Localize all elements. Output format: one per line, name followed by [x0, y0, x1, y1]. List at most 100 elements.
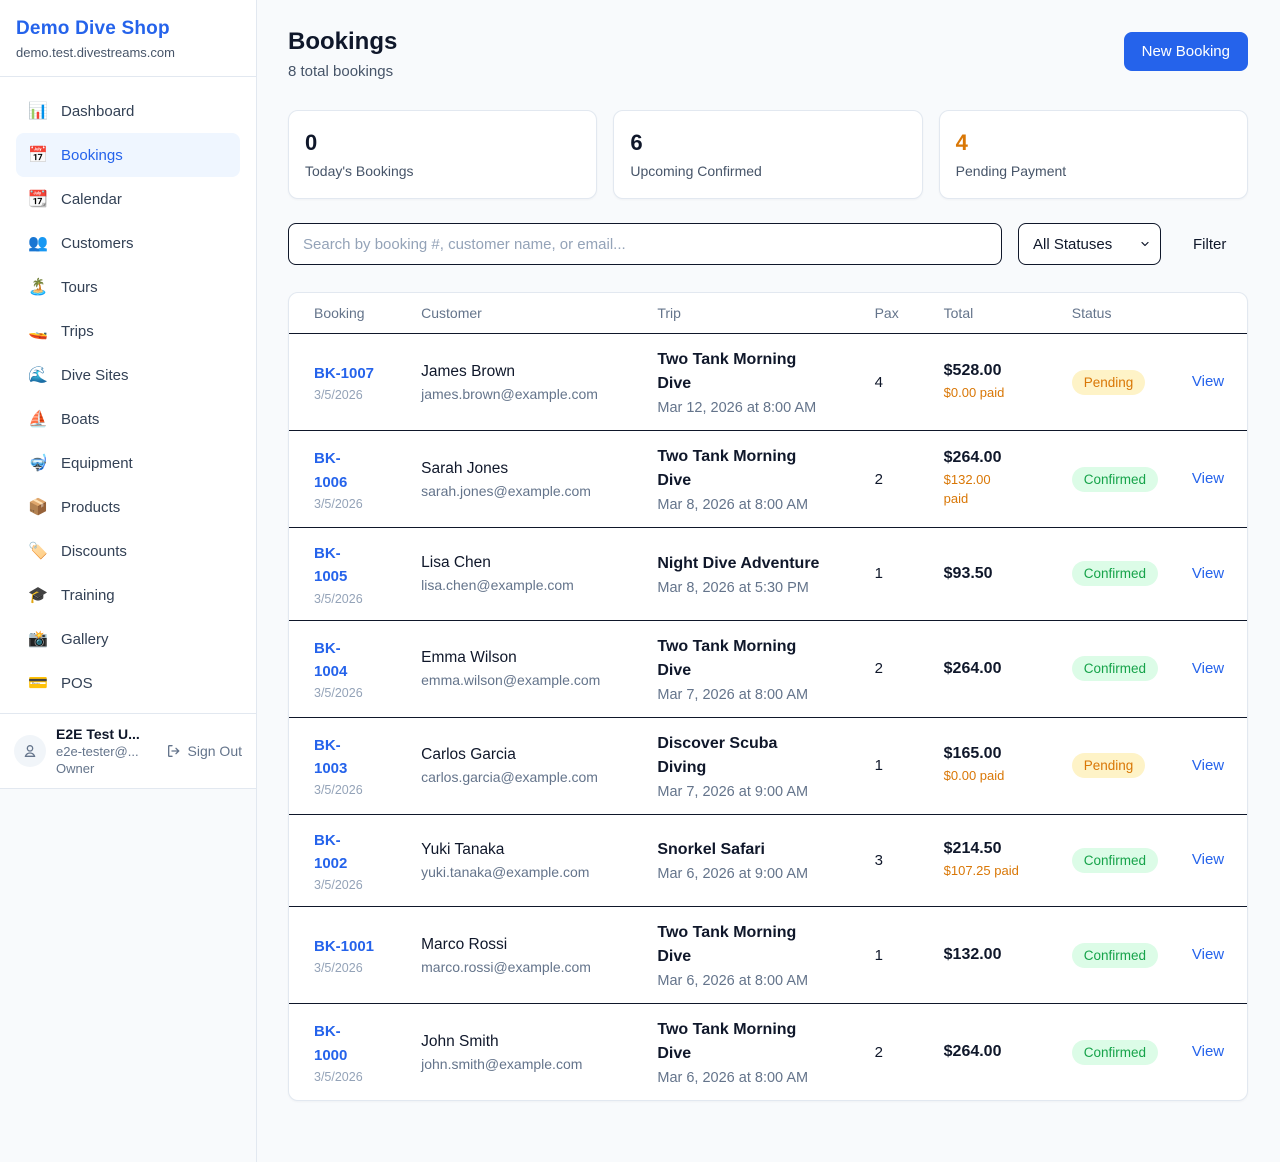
status-badge: Confirmed	[1072, 1040, 1158, 1065]
paid-amount: $0.00 paid	[944, 384, 1056, 403]
bookings-table-card: Booking Customer Trip Pax Total Status B…	[288, 292, 1248, 1101]
customer-email: carlos.garcia@example.com	[421, 769, 641, 785]
sidebar-item-tours[interactable]: 🏝️ Tours	[16, 265, 240, 309]
total-amount: $264.00	[944, 660, 1056, 678]
package-icon: 📦	[28, 497, 48, 517]
user-email: e2e-tester@...	[56, 744, 156, 759]
booking-id-link[interactable]: BK- 1000	[314, 1020, 405, 1067]
booking-id-link[interactable]: BK- 1003	[314, 734, 405, 781]
pax-count: 3	[867, 814, 936, 907]
filter-controls: All Statuses Filter	[288, 223, 1248, 265]
customer-name: Emma Wilson	[421, 649, 641, 667]
status-badge: Pending	[1072, 370, 1146, 395]
trip-datetime: Mar 6, 2026 at 9:00 AM	[657, 866, 858, 882]
user-info: E2E Test U... e2e-tester@... Owner	[56, 726, 156, 776]
trip-datetime: Mar 8, 2026 at 5:30 PM	[657, 580, 858, 596]
customer-email: john.smith@example.com	[421, 1056, 641, 1072]
view-link[interactable]: View	[1192, 851, 1224, 868]
column-header-total: Total	[936, 293, 1064, 334]
sidebar-item-dive-sites[interactable]: 🌊 Dive Sites	[16, 353, 240, 397]
pax-count: 2	[867, 1004, 936, 1101]
graduation-cap-icon: 🎓	[28, 585, 48, 605]
customer-name: Yuki Tanaka	[421, 841, 641, 859]
sidebar-item-gallery[interactable]: 📸 Gallery	[16, 617, 240, 661]
booking-id-link[interactable]: BK-1007	[314, 362, 405, 385]
customer-name: Carlos Garcia	[421, 746, 641, 764]
booking-id-link[interactable]: BK- 1002	[314, 829, 405, 876]
sidebar-item-training[interactable]: 🎓 Training	[16, 573, 240, 617]
shop-domain: demo.test.divestreams.com	[16, 45, 240, 60]
trip-datetime: Mar 12, 2026 at 8:00 AM	[657, 400, 858, 416]
total-amount: $528.00	[944, 362, 1056, 380]
status-badge: Pending	[1072, 753, 1146, 778]
sidebar-item-pos[interactable]: 💳 POS	[16, 661, 240, 705]
total-amount: $264.00	[944, 449, 1056, 467]
table-header: Booking Customer Trip Pax Total Status	[289, 293, 1247, 334]
filter-button[interactable]: Filter	[1177, 228, 1242, 261]
search-input[interactable]	[288, 223, 1002, 265]
trip-name: Discover Scuba Diving	[657, 732, 858, 780]
trip-name: Two Tank Morning Dive	[657, 921, 858, 969]
view-link[interactable]: View	[1192, 373, 1224, 390]
sidebar-item-customers[interactable]: 👥 Customers	[16, 221, 240, 265]
stat-card-pending-payment: 4 Pending Payment	[939, 110, 1248, 199]
sign-out-button[interactable]: Sign Out	[166, 743, 242, 759]
column-header-booking: Booking	[289, 293, 413, 334]
trip-datetime: Mar 8, 2026 at 8:00 AM	[657, 497, 858, 513]
sign-out-label: Sign Out	[188, 743, 242, 759]
speedboat-icon: 🚤	[28, 321, 48, 341]
bar-chart-icon: 📊	[28, 101, 48, 121]
trip-name: Night Dive Adventure	[657, 552, 858, 576]
trip-datetime: Mar 6, 2026 at 8:00 AM	[657, 1070, 858, 1086]
booking-date: 3/5/2026	[314, 388, 405, 402]
view-link[interactable]: View	[1192, 470, 1224, 487]
customer-name: John Smith	[421, 1033, 641, 1051]
sidebar-item-equipment[interactable]: 🤿 Equipment	[16, 441, 240, 485]
sidebar-item-products[interactable]: 📦 Products	[16, 485, 240, 529]
table-row: BK- 1000 3/5/2026 John Smith john.smith@…	[289, 1004, 1247, 1101]
column-header-actions	[1184, 293, 1247, 334]
status-filter-select[interactable]: All Statuses	[1018, 223, 1161, 265]
trip-name: Two Tank Morning Dive	[657, 348, 858, 396]
view-link[interactable]: View	[1192, 565, 1224, 582]
sidebar-item-dashboard[interactable]: 📊 Dashboard	[16, 89, 240, 133]
status-badge: Confirmed	[1072, 943, 1158, 968]
customer-name: Sarah Jones	[421, 460, 641, 478]
shop-name: Demo Dive Shop	[16, 18, 240, 40]
stat-label: Today's Bookings	[305, 163, 580, 179]
booking-id-link[interactable]: BK-1001	[314, 935, 405, 958]
sign-out-icon	[166, 743, 182, 759]
booking-id-link[interactable]: BK- 1006	[314, 447, 405, 494]
view-link[interactable]: View	[1192, 946, 1224, 963]
sidebar-item-calendar[interactable]: 📆 Calendar	[16, 177, 240, 221]
sidebar-item-discounts[interactable]: 🏷️ Discounts	[16, 529, 240, 573]
view-link[interactable]: View	[1192, 757, 1224, 774]
calendar-icon: 📅	[28, 145, 48, 165]
booking-id-link[interactable]: BK- 1004	[314, 637, 405, 684]
booking-id-link[interactable]: BK- 1005	[314, 542, 405, 589]
person-icon	[22, 743, 38, 759]
sidebar: Demo Dive Shop demo.test.divestreams.com…	[0, 0, 256, 789]
column-header-trip: Trip	[649, 293, 866, 334]
user-name: E2E Test U...	[56, 726, 156, 742]
customer-email: james.brown@example.com	[421, 386, 641, 402]
main-content: Bookings 8 total bookings New Booking 0 …	[257, 0, 1280, 1131]
column-header-status: Status	[1064, 293, 1184, 334]
stat-label: Pending Payment	[956, 163, 1231, 179]
status-badge: Confirmed	[1072, 656, 1158, 681]
view-link[interactable]: View	[1192, 1043, 1224, 1060]
sidebar-item-trips[interactable]: 🚤 Trips	[16, 309, 240, 353]
page-title: Bookings	[288, 28, 397, 56]
sidebar-item-boats[interactable]: ⛵ Boats	[16, 397, 240, 441]
pax-count: 4	[867, 334, 936, 431]
view-link[interactable]: View	[1192, 660, 1224, 677]
customer-name: James Brown	[421, 363, 641, 381]
paid-amount: $0.00 paid	[944, 767, 1056, 786]
tag-icon: 🏷️	[28, 541, 48, 561]
sidebar-item-bookings[interactable]: 📅 Bookings	[16, 133, 240, 177]
customer-email: yuki.tanaka@example.com	[421, 864, 641, 880]
booking-date: 3/5/2026	[314, 592, 405, 606]
trip-datetime: Mar 6, 2026 at 8:00 AM	[657, 973, 858, 989]
table-row: BK- 1006 3/5/2026 Sarah Jones sarah.jone…	[289, 431, 1247, 528]
new-booking-button[interactable]: New Booking	[1124, 32, 1248, 71]
